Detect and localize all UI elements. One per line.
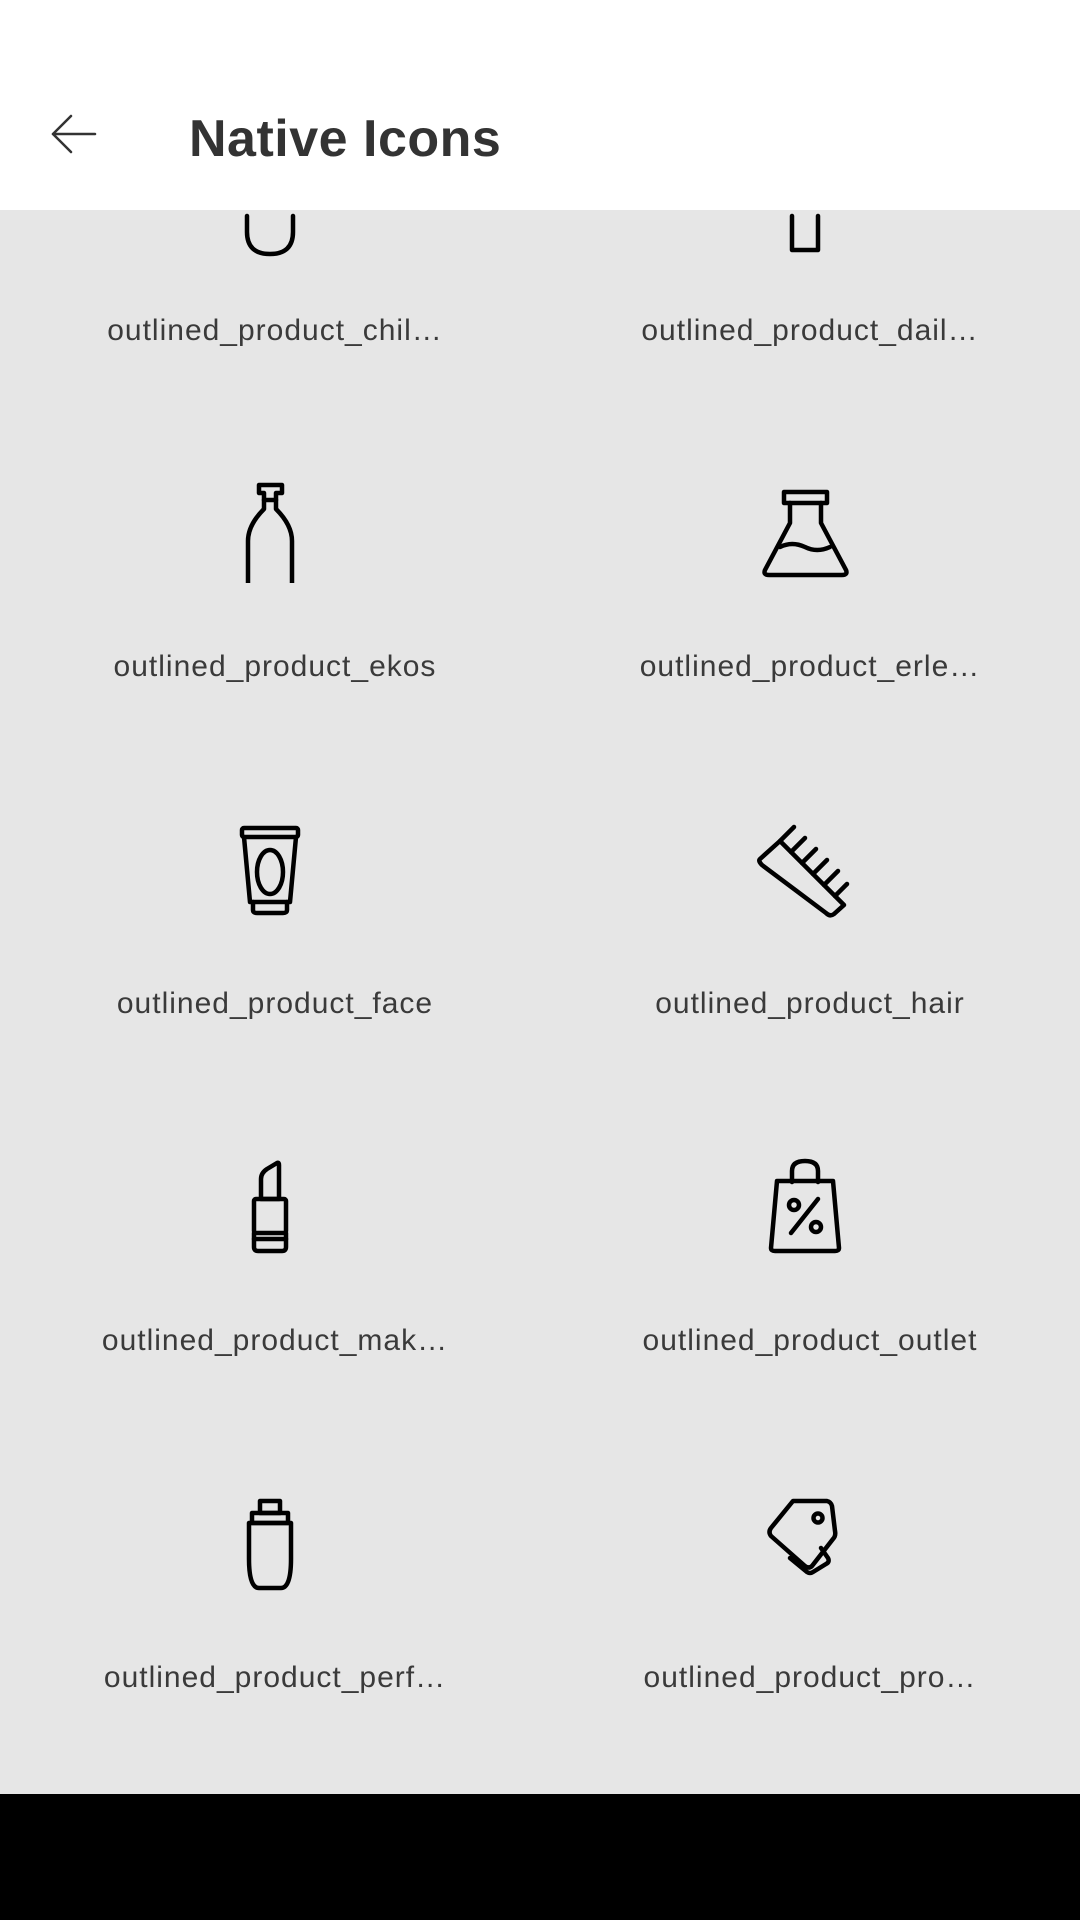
icon-cell-ekos[interactable]: outlined_product_ekos [0,473,540,810]
icon-cell-erlenmeyer[interactable]: outlined_product_erle… [535,473,1075,810]
lipstick-icon [215,1147,325,1257]
icon-cell-outlet[interactable]: outlined_product_outlet [535,1147,1075,1484]
icon-label: outlined_product_hair [655,987,965,1020]
icon-label: outlined_product_ekos [113,650,437,683]
comb-icon [750,810,860,920]
price-tag-icon [750,1484,860,1594]
icon-cell-hair[interactable]: outlined_product_hair [535,810,1075,1147]
icon-cell-promo[interactable]: outlined_product_pro… [535,1484,1075,1794]
icon-label: outlined_product_dail… [641,314,979,347]
icon-cell-makeup[interactable]: outlined_product_mak… [0,1147,540,1484]
discount-bag-icon [750,1147,860,1257]
arrow-left-icon [49,110,97,163]
icon-label: outlined_product_face [116,987,434,1020]
icon-cell-face[interactable]: outlined_product_face [0,810,540,1147]
icon-cell-perfume[interactable]: outlined_product_perf… [0,1484,540,1794]
icon-label: outlined_product_outlet [642,1324,978,1357]
system-navigation-bar [0,1794,1080,1920]
icon-label: outlined_product_perf… [103,1661,447,1694]
icon-grid: outlined_product_chil… outlined_product_… [0,0,1080,1794]
icon-label: outlined_product_erle… [639,650,981,683]
icon-label: outlined_product_pro… [643,1661,977,1694]
erlenmeyer-flask-icon [750,473,860,583]
icon-label: outlined_product_mak… [101,1324,449,1357]
face-cream-tube-icon [215,810,325,920]
page-title: Native Icons [189,110,502,168]
back-button[interactable] [40,100,106,172]
app-bar: Native Icons [0,0,1080,210]
pump-bottle-icon [215,473,325,583]
perfume-bottle-icon [215,1484,325,1594]
app-screen: outlined_product_chil… outlined_product_… [0,0,1080,1794]
icon-label: outlined_product_chil… [107,314,443,347]
